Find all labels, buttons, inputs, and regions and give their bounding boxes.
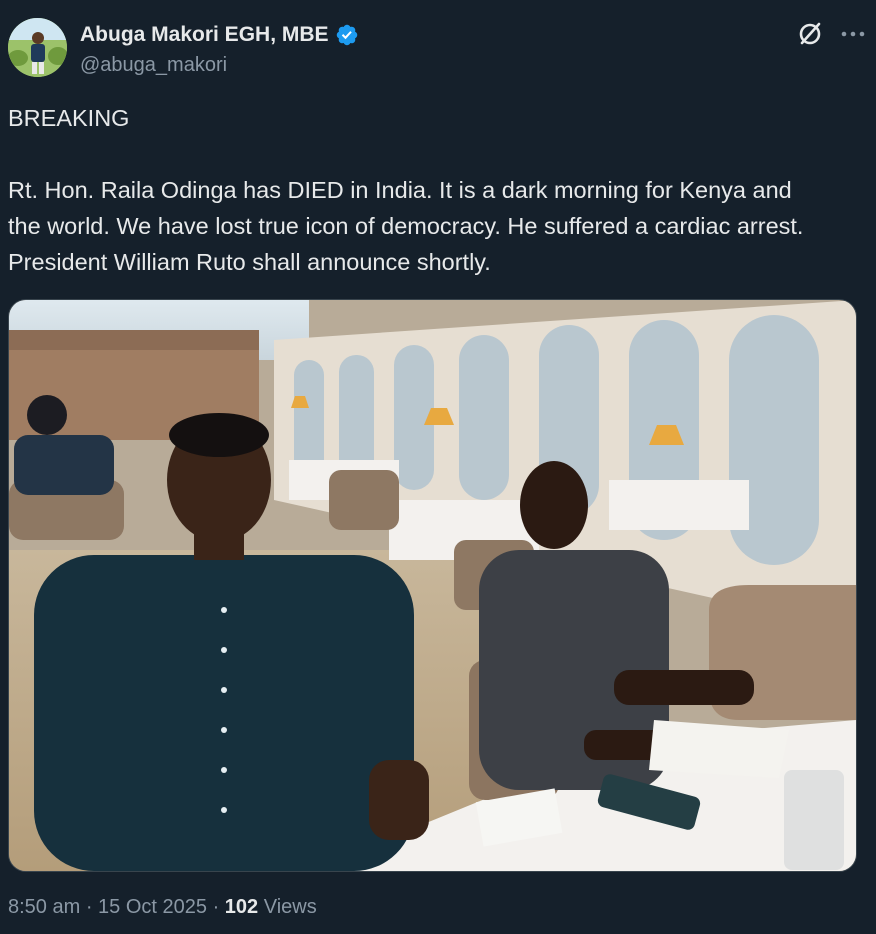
photo-image — [9, 300, 856, 871]
tweet-time[interactable]: 8:50 am — [8, 896, 80, 918]
tweet-meta: 8:50 am · 15 Oct 2025 · 102 Views — [8, 896, 317, 919]
tweet-text: BREAKING Rt. Hon. Raila Odinga has DIED … — [8, 105, 804, 275]
tweet-date[interactable]: 15 Oct 2025 — [98, 896, 207, 918]
more-icon[interactable] — [838, 22, 868, 46]
views-count: 102 — [224, 896, 259, 918]
verified-badge-icon[interactable] — [335, 23, 359, 47]
tweet-header: Abuga Makori EGH, MBE @abuga_makori — [8, 18, 868, 82]
avatar[interactable] — [8, 18, 67, 77]
grok-icon[interactable] — [796, 20, 824, 48]
handle[interactable]: @abuga_makori — [80, 54, 359, 77]
meta-separator: · — [80, 896, 99, 918]
meta-separator: · — [207, 896, 225, 918]
views-label: Views — [263, 896, 317, 918]
tweet-photo[interactable] — [8, 299, 857, 872]
author-names: Abuga Makori EGH, MBE @abuga_makori — [80, 22, 359, 77]
avatar-image — [8, 18, 67, 77]
display-name[interactable]: Abuga Makori EGH, MBE — [80, 23, 329, 47]
